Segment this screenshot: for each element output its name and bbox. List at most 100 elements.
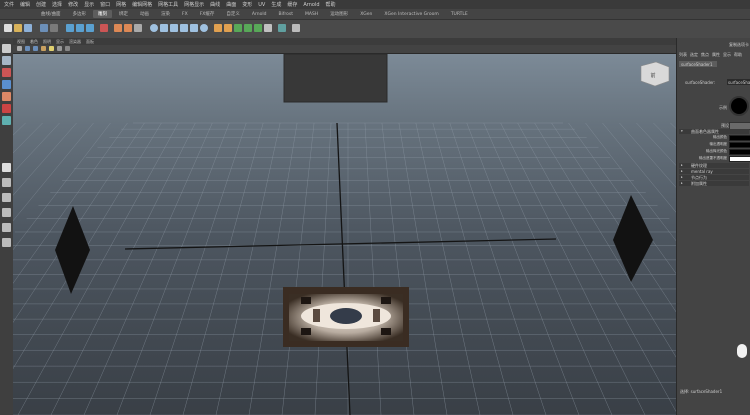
section-header[interactable]: ▾ 曲面着色器属性 (679, 129, 749, 134)
shelf-tab[interactable]: 渲染 (156, 10, 175, 18)
snap-point-icon[interactable] (86, 24, 94, 32)
attribute-editor-tab[interactable]: 显示 (723, 52, 731, 58)
new-scene-icon[interactable] (4, 24, 12, 32)
shelf-tab[interactable]: 运动图形 (325, 10, 353, 18)
history-icon[interactable] (100, 24, 108, 32)
panel-menu-item[interactable]: 显示 (56, 39, 64, 45)
menu-item[interactable]: 缓存 (287, 1, 297, 8)
attribute-editor-tab[interactable]: 列表 (679, 52, 687, 58)
smooth-shade-icon[interactable] (33, 46, 38, 51)
ipr-render-icon[interactable] (124, 24, 132, 32)
lasso-tool-icon[interactable] (2, 56, 11, 65)
menu-item[interactable]: 编辑 (20, 1, 30, 8)
wireframe-icon[interactable] (25, 46, 30, 51)
panel-menu-item[interactable]: 视图 (17, 39, 25, 45)
area-light-right[interactable] (613, 195, 653, 282)
persp-graph-layout-icon[interactable] (2, 208, 11, 217)
panel-menu-item[interactable]: 着色 (30, 39, 38, 45)
section-header[interactable]: ▸ 附加属性 (679, 181, 749, 186)
node-tab[interactable]: surfaceShader1 (679, 61, 717, 67)
paint-select-icon[interactable] (2, 68, 11, 77)
save-scene-icon[interactable] (24, 24, 32, 32)
menu-item[interactable]: 网格 (116, 1, 126, 8)
shelf-tab[interactable]: TURTLE (446, 11, 473, 18)
plane-icon[interactable] (190, 24, 198, 32)
shelf-tab[interactable]: 多边形 (68, 10, 92, 18)
select-tool-icon[interactable] (2, 44, 11, 53)
snap-grid-icon[interactable] (66, 24, 74, 32)
shelf-settings-icon[interactable] (292, 24, 300, 32)
section-header[interactable]: ▸ 硬件纹理 (679, 163, 749, 168)
uv-editor-icon[interactable] (278, 24, 286, 32)
attribute-color-swatch[interactable] (729, 156, 750, 162)
menu-item[interactable]: 网格工具 (158, 1, 178, 8)
camera-select-icon[interactable] (17, 46, 22, 51)
move-tool-icon[interactable] (2, 80, 11, 89)
attribute-editor-tab[interactable]: 选定 (690, 52, 698, 58)
multi-cut-icon[interactable] (264, 24, 272, 32)
four-view-layout-icon[interactable] (2, 178, 11, 187)
panel-menu-item[interactable]: 照明 (43, 39, 51, 45)
rotate-tool-icon[interactable] (2, 92, 11, 101)
shelf-tab[interactable]: FX (177, 11, 193, 18)
separate-icon[interactable] (224, 24, 232, 32)
shelf-tab[interactable]: 绑定 (114, 10, 133, 18)
menu-item[interactable]: 网格显示 (184, 1, 204, 8)
shelf-tab[interactable]: 自定义 (221, 10, 245, 18)
section-header[interactable]: ▸ 节点行为 (679, 175, 749, 180)
shelf-tab[interactable]: 曲线/曲面 (36, 10, 66, 18)
shelf-tab[interactable]: Bifrost (273, 11, 298, 18)
material-swatch[interactable] (729, 96, 749, 116)
shelf-tab[interactable]: XGen Interactive Groom (379, 11, 443, 18)
scale-tool-icon[interactable] (2, 104, 11, 113)
attribute-editor-tab[interactable]: 属性 (712, 52, 720, 58)
shelf-tab[interactable]: MASH (300, 11, 323, 18)
menu-item[interactable]: 生成 (271, 1, 281, 8)
menu-item[interactable]: 曲面 (226, 1, 236, 8)
lights-icon[interactable] (49, 46, 54, 51)
shelf-tab[interactable]: 雕刻 (93, 10, 113, 18)
menu-item[interactable]: 选择 (52, 1, 62, 8)
menu-item[interactable]: 修改 (68, 1, 78, 8)
textured-icon[interactable] (41, 46, 46, 51)
panel-menu-item[interactable]: 渲染器 (69, 39, 81, 45)
attribute-color-swatch[interactable] (729, 142, 750, 148)
shelf-tab[interactable]: FX缓存 (195, 10, 220, 18)
bevel-icon[interactable] (244, 24, 252, 32)
shelf-tab[interactable]: Arnold (247, 11, 272, 18)
view-cube[interactable]: 前 (640, 61, 670, 87)
select-mode-icon[interactable] (40, 24, 48, 32)
bridge-icon[interactable] (254, 24, 262, 32)
persp-outliner-layout-icon[interactable] (2, 193, 11, 202)
component-mode-icon[interactable] (50, 24, 58, 32)
menu-item[interactable]: 曲线 (210, 1, 220, 8)
attribute-editor-tab[interactable]: 帮助 (734, 52, 742, 58)
menu-item[interactable]: 编辑网格 (132, 1, 152, 8)
overhead-plane[interactable] (283, 54, 388, 103)
menu-item[interactable]: 窗口 (100, 1, 110, 8)
sphere-icon[interactable] (150, 24, 158, 32)
perspective-viewport[interactable]: 前 (13, 54, 676, 415)
attribute-color-swatch[interactable] (729, 149, 750, 155)
shelf-tab[interactable]: 动画 (135, 10, 154, 18)
shelf-tab[interactable]: XGen (355, 11, 377, 18)
area-light-left[interactable] (55, 206, 90, 294)
torus-icon[interactable] (200, 24, 208, 32)
extrude-icon[interactable] (234, 24, 242, 32)
menu-item[interactable]: 创建 (36, 1, 46, 8)
combine-icon[interactable] (214, 24, 222, 32)
type-value-field[interactable]: surfaceShader1 (727, 79, 750, 85)
last-tool-icon[interactable] (2, 116, 11, 125)
render-icon[interactable] (114, 24, 122, 32)
grid-toggle-icon[interactable] (65, 46, 70, 51)
cylinder-icon[interactable] (170, 24, 178, 32)
textured-car-plane[interactable] (283, 287, 409, 347)
attribute-editor-tab[interactable]: 焦点 (701, 52, 709, 58)
outliner-layout-icon[interactable] (2, 238, 11, 247)
section-header[interactable]: ▸ mental ray (679, 169, 749, 174)
snap-curve-icon[interactable] (76, 24, 84, 32)
cone-icon[interactable] (180, 24, 188, 32)
cube-icon[interactable] (160, 24, 168, 32)
panel-menu-item[interactable]: 面板 (86, 39, 94, 45)
menu-item[interactable]: 变形 (242, 1, 252, 8)
